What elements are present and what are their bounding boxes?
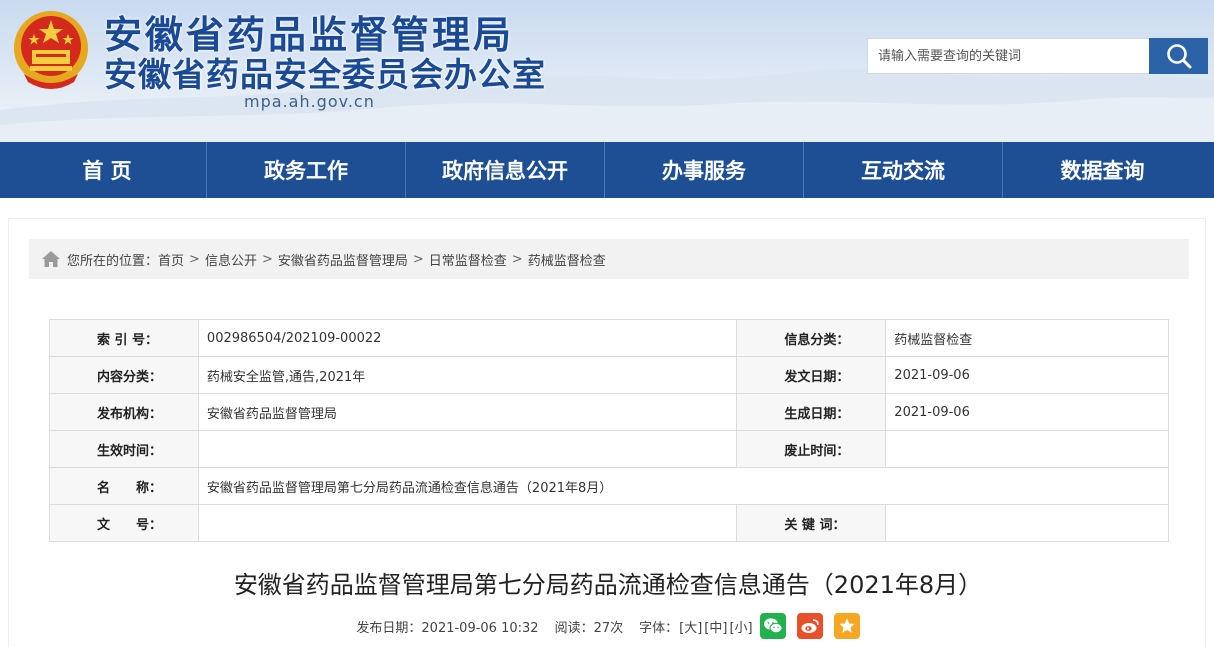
share-wechat-button[interactable] xyxy=(759,613,786,639)
home-icon xyxy=(42,251,60,267)
index-label: 索 引 号： xyxy=(49,319,199,357)
breadcrumb-home[interactable]: 首页 xyxy=(158,250,184,269)
breadcrumb-separator: > xyxy=(189,251,200,267)
breadcrumb-separator: > xyxy=(261,251,273,267)
nav-government-work[interactable]: 政务工作 xyxy=(207,142,406,198)
organization-value: 安徽省药品监督管理局 xyxy=(197,393,738,431)
doc-number-label: 文 号： xyxy=(49,504,199,542)
weibo-icon xyxy=(801,619,819,633)
main-nav: 首 页 政务工作 政府信息公开 办事服务 互动交流 数据查询 xyxy=(0,142,1214,198)
font-large-button[interactable]: [大] xyxy=(679,621,702,636)
site-header: 安徽省药品监督管理局 安徽省药品安全委员会办公室 mpa.ah.gov.cn xyxy=(0,0,1214,142)
share-weibo-button[interactable] xyxy=(796,613,823,639)
expire-time-value xyxy=(885,430,1169,468)
table-row: 名 称： 安徽省药品监督管理局第七分局药品流通检查信息通告（2021年8月） xyxy=(49,467,1170,505)
category-value: 药械监督检查 xyxy=(885,319,1169,357)
breadcrumb-separator: > xyxy=(412,251,424,267)
expire-time-label: 废止时间： xyxy=(736,430,887,468)
font-size-controls: 字体：[大] [中] [小] xyxy=(639,617,753,636)
breadcrumb-info-disclosure[interactable]: 信息公开 xyxy=(205,250,257,269)
breadcrumb: 您所在的位置： 首页 > 信息公开 > 安徽省药品监督管理局 > 日常监督检查 … xyxy=(29,239,1189,279)
table-row: 索 引 号： 002986504/202109-00022 信息分类： 药械监督… xyxy=(49,319,1169,357)
nav-home[interactable]: 首 页 xyxy=(8,142,207,198)
name-value: 安徽省药品监督管理局第七分局药品流通检查信息通告（2021年8月） xyxy=(197,467,1170,505)
nav-interaction[interactable]: 互动交流 xyxy=(804,142,1003,198)
effective-time-value xyxy=(197,430,738,468)
national-emblem-icon xyxy=(14,11,88,89)
font-small-button[interactable]: [小] xyxy=(729,621,752,636)
publish-date-label: 发文日期： xyxy=(736,356,887,394)
keywords-value xyxy=(885,504,1169,542)
wechat-icon xyxy=(763,618,783,634)
search-bar xyxy=(867,38,1208,74)
content-category-value: 药械安全监管,通告,2021年 xyxy=(197,356,738,394)
generated-date-label: 生成日期： xyxy=(736,393,887,431)
font-medium-button[interactable]: [中] xyxy=(704,621,727,636)
name-label: 名 称： xyxy=(49,467,199,505)
metadata-table: 索 引 号： 002986504/202109-00022 信息分类： 药械监督… xyxy=(49,319,1170,542)
publish-date-value: 2021-09-06 xyxy=(885,356,1169,394)
favorite-button[interactable] xyxy=(833,613,860,639)
breadcrumb-prefix: 您所在的位置： xyxy=(67,253,159,269)
breadcrumb-separator: > xyxy=(511,251,523,267)
table-row: 发布机构： 安徽省药品监督管理局 生成日期： 2021-09-06 xyxy=(49,393,1169,431)
view-count: 阅读：27次 xyxy=(554,620,624,636)
doc-number-value xyxy=(197,504,738,542)
effective-time-label: 生效时间： xyxy=(49,430,199,468)
publish-datetime: 发布日期：2021-09-06 10:32 xyxy=(356,620,539,636)
nav-info-disclosure[interactable]: 政府信息公开 xyxy=(406,142,605,198)
article-info-bar: 发布日期：2021-09-06 10:32 阅读：27次 字体：[大] [中] [小… xyxy=(9,613,1207,639)
article-title: 安徽省药品监督管理局第七分局药品流通检查信息通告（2021年8月） xyxy=(233,571,983,599)
nav-data-query[interactable]: 数据查询 xyxy=(1003,142,1202,198)
content-category-label: 内容分类： xyxy=(49,356,199,394)
star-icon xyxy=(838,618,855,633)
generated-date-value: 2021-09-06 xyxy=(885,393,1169,431)
breadcrumb-device-inspection[interactable]: 药械监督检查 xyxy=(528,250,606,269)
table-row: 文 号： 关 键 词： xyxy=(49,504,1169,542)
content-card: 您所在的位置： 首页 > 信息公开 > 安徽省药品监督管理局 > 日常监督检查 … xyxy=(8,218,1206,647)
table-row: 内容分类： 药械安全监管,通告,2021年 发文日期： 2021-09-06 xyxy=(49,356,1169,394)
index-value: 002986504/202109-00022 xyxy=(197,319,738,357)
organization-label: 发布机构： xyxy=(49,393,199,431)
table-row: 生效时间： 废止时间： xyxy=(49,430,1169,468)
site-domain: mpa.ah.gov.cn xyxy=(244,92,375,111)
search-input[interactable] xyxy=(867,38,1149,74)
category-label: 信息分类： xyxy=(736,319,887,357)
site-subtitle: 安徽省药品安全委员会办公室 xyxy=(104,55,546,94)
breadcrumb-daily-inspection[interactable]: 日常监督检查 xyxy=(429,250,507,269)
search-button[interactable] xyxy=(1149,38,1208,74)
keywords-label: 关 键 词： xyxy=(736,504,887,542)
nav-services[interactable]: 办事服务 xyxy=(605,142,804,198)
breadcrumb-bureau[interactable]: 安徽省药品监督管理局 xyxy=(278,250,408,269)
font-size-label: 字体： xyxy=(639,620,679,636)
search-icon xyxy=(1166,44,1191,69)
